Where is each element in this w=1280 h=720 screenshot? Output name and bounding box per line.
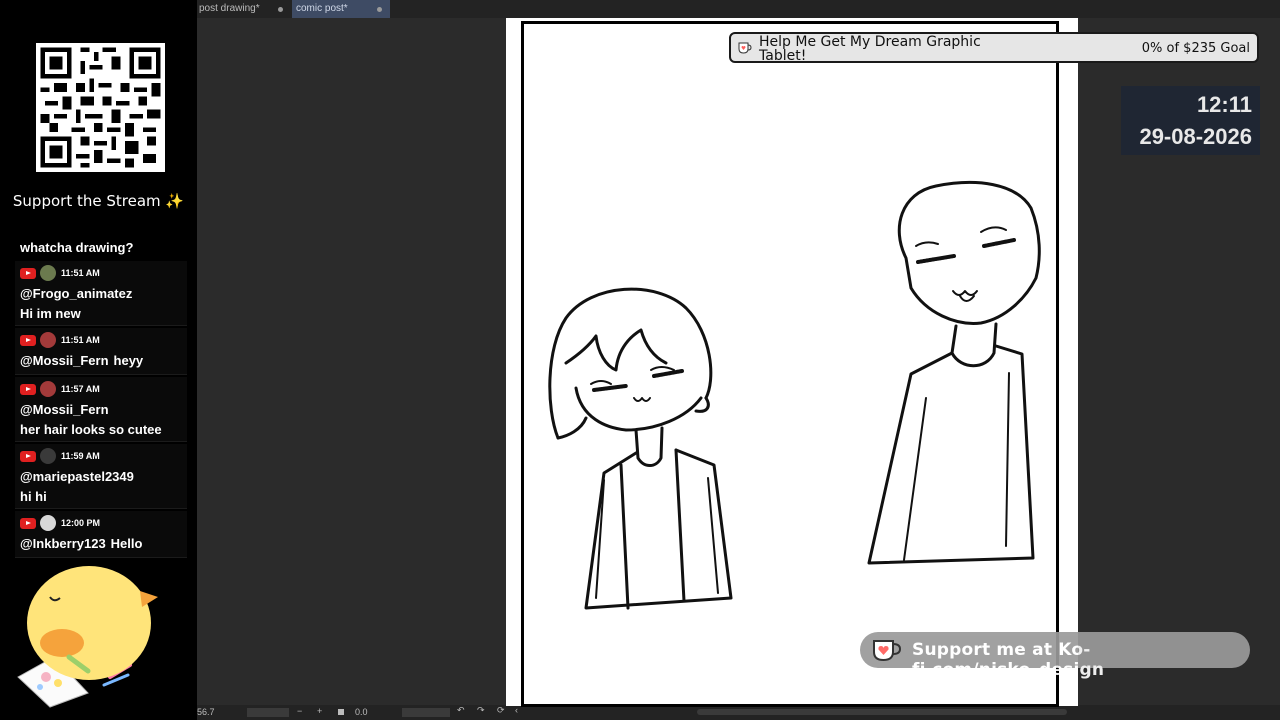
chat-timestamp: 11:51 AM <box>61 335 100 345</box>
redo-icon[interactable]: ↷ <box>477 705 485 716</box>
youtube-icon <box>20 334 36 346</box>
clock-date: 29-08-2026 <box>1139 124 1252 149</box>
chat-message: 11:59 AM @mariepastel2349 hi hi <box>15 444 187 509</box>
chat-username: @Mossii_Fern <box>20 353 109 368</box>
kofi-support-banner[interactable]: Support me at Ko-fi.com/nisko_design <box>860 632 1250 680</box>
chat-timestamp: 12:00 PM <box>61 518 101 528</box>
chat-timestamp: 11:57 AM <box>61 384 100 394</box>
chick-mascot-icon <box>17 566 158 708</box>
minus-icon[interactable]: − <box>297 706 302 716</box>
clock-widget: 12:11 29-08-2026 <box>1121 86 1260 155</box>
chat-timestamp: 11:51 AM <box>61 268 100 278</box>
youtube-icon <box>20 267 36 279</box>
character-sketch <box>548 180 1041 610</box>
zoom-level[interactable]: 56.7 <box>197 707 215 717</box>
youtube-icon <box>20 383 36 395</box>
chat-message: 12:00 PM @Inkberry123 Hello <box>15 511 187 558</box>
avatar <box>40 381 56 397</box>
horizontal-scrollbar[interactable] <box>697 709 1067 715</box>
chat-username: @Mossii_Fern <box>20 402 109 417</box>
tab-comic-post[interactable]: comic post* <box>292 0 390 18</box>
chat-message-text: whatcha drawing? <box>20 240 134 255</box>
chevron-left-icon[interactable]: ‹ <box>515 705 518 715</box>
goal-progress-label: 0% of $235 Goal <box>1141 41 1250 56</box>
undo-icon[interactable]: ↶ <box>457 705 465 716</box>
chat-message-text: her hair looks so cutee <box>20 422 162 437</box>
tab-post-drawing[interactable]: post drawing* <box>197 0 294 18</box>
clock-time: 12:11 <box>1196 92 1252 117</box>
qr-code-icon[interactable] <box>36 43 165 172</box>
avatar <box>40 448 56 464</box>
zoom-slider[interactable] <box>247 708 289 717</box>
chat-message-text: Hi im new <box>20 306 81 321</box>
chat-message-text: hi hi <box>20 489 47 504</box>
document-tab-bar: post drawing* comic post* <box>197 0 1280 18</box>
chat-feed: whatcha drawing? 11:51 AM @Frogo_animate… <box>15 238 187 563</box>
avatar <box>40 515 56 531</box>
stop-icon[interactable] <box>338 709 344 715</box>
donation-goal-widget[interactable]: Help Me Get My Dream Graphic Tablet! 0% … <box>729 32 1259 63</box>
stream-overlay-left-panel: Support the Stream ✨ whatcha drawing? 11… <box>0 0 197 720</box>
chat-username: @Inkberry123 <box>20 536 106 551</box>
kofi-cup-icon <box>873 640 902 662</box>
plus-icon[interactable]: + <box>317 706 322 716</box>
chat-message: 11:51 AM @Mossii_Fern heyy <box>15 328 187 375</box>
tab-modified-dot-icon[interactable] <box>377 7 382 12</box>
rotation-slider[interactable] <box>402 708 450 717</box>
avatar <box>40 265 56 281</box>
rotation-value[interactable]: 0.0 <box>355 707 368 717</box>
support-stream-title: Support the Stream ✨ <box>12 192 185 210</box>
chat-message: 11:51 AM @Frogo_animatez Hi im new <box>15 261 187 326</box>
kofi-support-text: Support me at Ko-fi.com/nisko_design <box>912 640 1105 680</box>
tab-label: post drawing* <box>199 3 260 14</box>
rotate-icon[interactable]: ⟳ <box>497 705 505 716</box>
tab-label: comic post* <box>296 3 348 14</box>
chat-username: @Frogo_animatez <box>20 286 133 301</box>
tab-modified-dot-icon[interactable] <box>278 7 283 12</box>
chat-username: @mariepastel2349 <box>20 469 134 484</box>
avatar <box>40 332 56 348</box>
youtube-icon <box>20 517 36 529</box>
status-bar: 56.7 − + 0.0 ↶ ↷ ⟳ ‹ <box>197 705 1280 720</box>
chat-timestamp: 11:59 AM <box>61 451 100 461</box>
goal-title: Help Me Get My Dream Graphic Tablet! <box>759 34 981 64</box>
kofi-cup-icon <box>738 42 752 54</box>
chat-message-text: heyy <box>113 353 144 368</box>
youtube-icon <box>20 450 36 462</box>
chat-message-text: Hello <box>110 536 143 551</box>
chat-message: 11:57 AM @Mossii_Fern her hair looks so … <box>15 377 187 442</box>
